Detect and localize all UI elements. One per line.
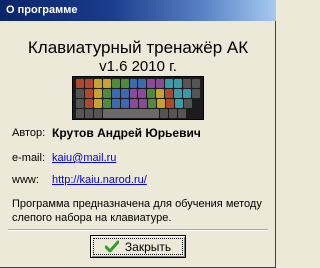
email-link[interactable]: kaiu@mail.ru <box>52 152 116 164</box>
email-label: e-mail: <box>12 152 46 164</box>
app-version: v1.6 2010 г. <box>99 58 177 75</box>
about-dialog: О программе Клавиатурный тренажёр АК v1.… <box>0 0 276 268</box>
keyboard-image <box>72 76 204 120</box>
close-button[interactable]: Закрыть <box>90 235 186 258</box>
www-label: www: <box>12 174 39 186</box>
description-text: Программа предназначена для обучения мет… <box>12 198 262 224</box>
author-label: Автор: <box>12 127 46 139</box>
app-name: Клавиатурный тренажёр АК <box>27 38 249 57</box>
dialog-content: Клавиатурный тренажёр АК v1.6 2010 г. Ав… <box>0 21 276 268</box>
website-link[interactable]: http://kaiu.narod.ru/ <box>52 174 147 186</box>
close-button-label: Закрыть <box>124 239 172 254</box>
check-icon <box>104 240 119 252</box>
author-value: Крутов Андрей Юрьевич <box>52 126 201 140</box>
separator <box>8 229 268 231</box>
window-title: О программе <box>0 0 276 21</box>
